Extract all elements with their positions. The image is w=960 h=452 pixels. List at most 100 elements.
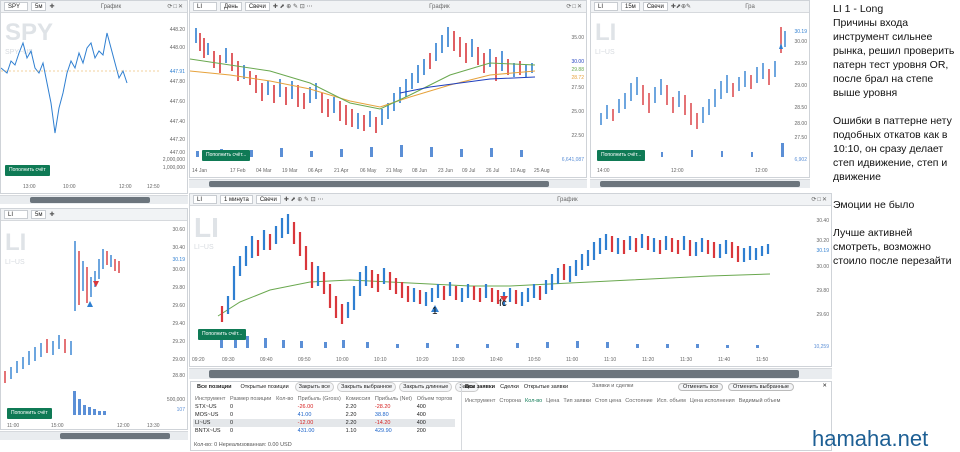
- drawing-tools-icon[interactable]: ✚⬈⊕✎: [671, 3, 691, 10]
- spy-price-chart[interactable]: [1, 13, 161, 163]
- li-daily-volume-label: 6,641,087: [561, 157, 584, 163]
- entry-marker-icon: [779, 43, 783, 49]
- orders-columns: Инструмент Сторона Кол-во Цена Тип заявк…: [465, 398, 780, 404]
- li-5m-candles: [4, 241, 120, 383]
- table-row[interactable]: LI~US 0 -12.00 2.20 -14.20 400: [193, 419, 455, 427]
- ma-orange-line: [190, 70, 536, 108]
- col-header[interactable]: Цена исполнения: [690, 398, 735, 404]
- col-header[interactable]: Сторона: [499, 398, 521, 404]
- li-15m-chart-panel: LI 15м Свечи ✚⬈⊕✎ Гра LI LI~US 30.19 30.…: [590, 0, 810, 178]
- crosshair-icon[interactable]: ✚: [49, 211, 54, 218]
- col-header[interactable]: Инструмент: [193, 395, 228, 403]
- li-5m-price-chart[interactable]: [1, 221, 165, 421]
- li-daily-scrollbar[interactable]: [189, 179, 587, 188]
- li-1m-price-chart[interactable]: [190, 206, 806, 367]
- deposit-button[interactable]: Пополнить счёт...: [198, 329, 247, 340]
- drawing-tools-icon[interactable]: ✚ ⬈ ⊕ ✎ ⊡ ⋯: [273, 3, 312, 10]
- symbol-input[interactable]: SPY: [4, 2, 28, 11]
- timeframe-select[interactable]: 15м: [621, 2, 640, 11]
- annotation-fc: fc: [499, 298, 507, 309]
- spy-chart-panel: SPY 5м ✚ График ⟳□✕ SPY SPY~US 448.20 44…: [0, 0, 188, 194]
- li-daily-price-chart[interactable]: [190, 13, 540, 163]
- col-header[interactable]: Прибыль (Gross): [296, 395, 344, 403]
- timeframe-select[interactable]: День: [220, 2, 242, 11]
- li-5m-toolbar: LI 5м ✚: [1, 209, 187, 221]
- symbol-input[interactable]: LI: [4, 210, 28, 219]
- note-emotions: Эмоции не было: [833, 199, 915, 211]
- exit-marker-icon: [93, 281, 99, 287]
- li-15m-volume-label: 6,902: [794, 157, 807, 163]
- li-1m-candles: [220, 214, 770, 324]
- col-header[interactable]: Прибыль (Net): [373, 395, 415, 403]
- table-row[interactable]: STX~US 0 -26.00 2.20 -28.20 400: [193, 403, 455, 411]
- positions-footer: Кол-во: 0 Нереализованная: 0.00 USD: [194, 442, 292, 448]
- li-5m-scrollbar[interactable]: [0, 431, 188, 440]
- li-15m-price-axis: 30.19 30.00 29.50 29.00 28.50 28.00 27.5…: [794, 29, 807, 141]
- col-header[interactable]: Размер позиции: [228, 395, 274, 403]
- symbol-input[interactable]: LI: [594, 2, 618, 11]
- col-header[interactable]: Объем торгов: [415, 395, 455, 403]
- li-5m-volume-axis: 500,000 107: [166, 397, 185, 413]
- li-15m-scrollbar[interactable]: [590, 179, 810, 188]
- timeframe-select[interactable]: 5м: [31, 2, 47, 11]
- col-header[interactable]: Комиссия: [344, 395, 373, 403]
- vwap-green-line: [217, 273, 771, 317]
- drawing-tools-icon[interactable]: ✚ ⬈ ⊕ ✎ ⊡ ⋯: [284, 196, 323, 203]
- col-header[interactable]: Цена: [546, 398, 559, 404]
- chart-type-select[interactable]: Свечи: [244, 2, 270, 11]
- chart-type-select[interactable]: Свечи: [255, 195, 281, 204]
- col-header[interactable]: Исп. объем: [657, 398, 686, 404]
- close-selected-button[interactable]: Закрыть выбранное: [337, 382, 397, 392]
- table-header: Инструмент Размер позиции Кол-во Прибыль…: [193, 395, 455, 403]
- col-header[interactable]: Кол-во: [525, 398, 542, 404]
- li-5m-volume-bars: [73, 391, 106, 415]
- table-row[interactable]: BNTX~US 0 431.00 1.10 429.90 200: [193, 427, 455, 435]
- note-improve: Лучше активней смотреть, возможно стоило…: [833, 227, 952, 267]
- window-controls[interactable]: ⟳□✕: [167, 3, 184, 10]
- note-title: LI 1 - Long: [833, 3, 884, 15]
- col-header[interactable]: Кол-во: [274, 395, 296, 403]
- positions-table: Инструмент Размер позиции Кол-во Прибыль…: [193, 395, 455, 435]
- cancel-all-button[interactable]: Отменить все: [678, 383, 724, 391]
- symbol-input[interactable]: LI: [193, 195, 217, 204]
- col-header[interactable]: Стоп цена: [595, 398, 621, 404]
- li-daily-toolbar: LI День Свечи ✚ ⬈ ⊕ ✎ ⊡ ⋯ График ⟳□✕: [190, 1, 586, 13]
- window-controls[interactable]: ⟳□✕: [566, 3, 583, 10]
- li-5m-chart-panel: LI 5м ✚ LI LI~US 30.60 30.40 30.19 30.00…: [0, 208, 188, 430]
- li-15m-price-chart[interactable]: [591, 13, 787, 163]
- close-icon[interactable]: ✕: [822, 383, 827, 389]
- li-15m-candles: [600, 27, 786, 129]
- graph-label: График: [100, 3, 122, 10]
- crosshair-icon[interactable]: ✚: [49, 3, 54, 10]
- li-daily-price-axis: 35.00 30.00 29.88 28.72 27.50 25.00 22.5…: [571, 35, 584, 139]
- close-all-button[interactable]: Закрыть все: [294, 382, 335, 392]
- spy-time-axis: 13:00 10:00 12:00 12:50: [23, 184, 160, 190]
- tab-all-orders[interactable]: Все заявки: [465, 384, 495, 390]
- chart-type-select[interactable]: Свечи: [642, 2, 668, 11]
- deposit-button[interactable]: Пополнить счёт...: [597, 150, 646, 161]
- deposit-button[interactable]: Пополнить счёт: [5, 165, 50, 176]
- window-controls[interactable]: ⟳□✕: [811, 196, 828, 203]
- close-long-button[interactable]: Закрыть длинные: [399, 382, 453, 392]
- timeframe-select[interactable]: 5м: [31, 210, 47, 219]
- symbol-input[interactable]: LI: [193, 2, 217, 11]
- tab-open-positions[interactable]: Открытые позиции: [238, 383, 292, 391]
- col-header[interactable]: Видимый объем: [739, 398, 781, 404]
- col-header[interactable]: Тип заявки: [563, 398, 591, 404]
- tab-all-positions[interactable]: Все позиции: [194, 383, 235, 391]
- note-mistakes: Ошибки в паттерне нету подобных откатов …: [833, 115, 952, 183]
- positions-orders-panel: Все позиции Открытые позиции Закрыть все…: [190, 381, 832, 451]
- col-header[interactable]: Инструмент: [465, 398, 495, 404]
- li-1m-scrollbar[interactable]: [189, 368, 832, 379]
- col-header[interactable]: Состояние: [625, 398, 652, 404]
- li-1m-price-axis: 30.40 30.20 30.19 30.00 29.80 29.60: [816, 218, 829, 318]
- tab-open-orders[interactable]: Открытые заявки: [524, 384, 568, 390]
- deposit-button[interactable]: Пополнить счёт: [7, 408, 52, 419]
- table-row[interactable]: MOS~US 0 41.00 2.20 38.80 400: [193, 411, 455, 419]
- deposit-button[interactable]: Пополнить счёт...: [202, 150, 251, 161]
- li-1m-volume-bars: [220, 330, 759, 348]
- cancel-selected-button[interactable]: Отменить выбранные: [728, 383, 794, 391]
- tab-trades[interactable]: Сделки: [500, 384, 519, 390]
- spy-scrollbar[interactable]: [0, 195, 188, 204]
- timeframe-select[interactable]: 1 минута: [220, 195, 253, 204]
